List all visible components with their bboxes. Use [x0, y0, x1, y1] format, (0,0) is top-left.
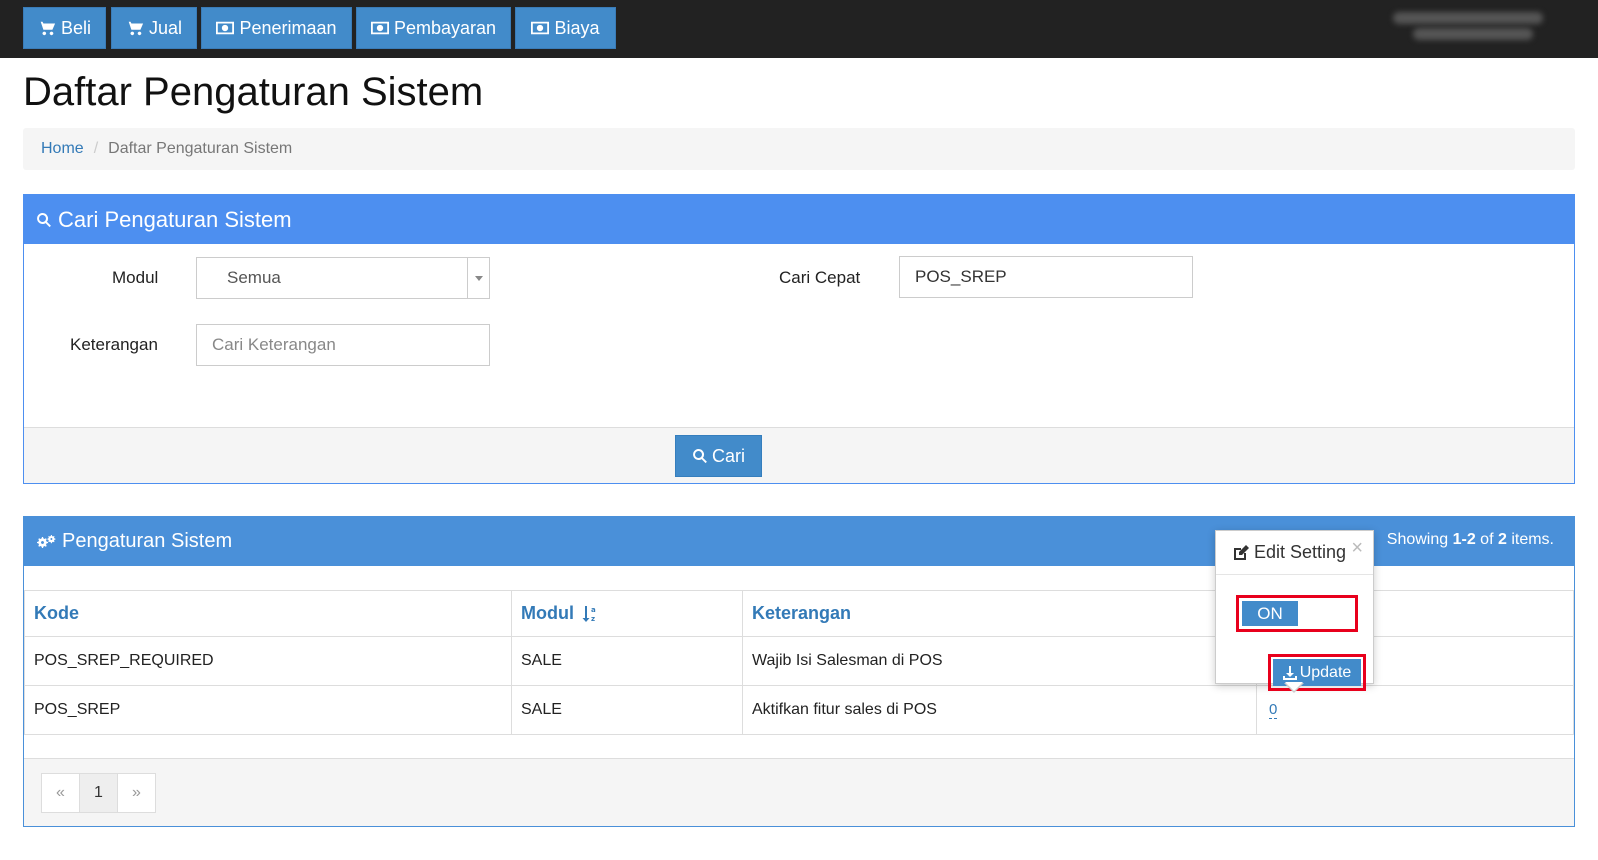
results-panel-title: Pengaturan Sistem: [62, 530, 233, 552]
column-modul[interactable]: Modul az: [511, 590, 743, 637]
column-modul-label: Modul: [521, 603, 574, 623]
top-navbar: Beli Jual Penerimaan Pembayaran Biaya: [0, 0, 1598, 58]
sort-ascending-icon: az: [582, 606, 596, 623]
cell-keterangan: Wajib Isi Salesman di POS: [742, 636, 1257, 686]
breadcrumb: Home / Daftar Pengaturan Sistem: [23, 128, 1575, 170]
cari-button[interactable]: Cari: [675, 435, 762, 477]
column-kode-label: Kode: [34, 603, 79, 623]
column-keterangan-label: Keterangan: [752, 603, 852, 623]
nav-biaya-label: Biaya: [554, 17, 600, 38]
close-icon[interactable]: ×: [1351, 537, 1363, 560]
breadcrumb-home-link[interactable]: Home: [41, 140, 84, 158]
cart-icon: [125, 21, 144, 36]
cell-nilai: 0: [1256, 685, 1574, 735]
pagination-next[interactable]: »: [117, 773, 156, 813]
svg-text:z: z: [591, 615, 595, 623]
search-panel-title: Cari Pengaturan Sistem: [58, 206, 292, 232]
summary-of: of: [1475, 531, 1498, 548]
money-icon: [370, 21, 389, 35]
popover-title: Edit Setting: [1254, 542, 1347, 562]
breadcrumb-current: Daftar Pengaturan Sistem: [108, 140, 293, 157]
pagination-prev[interactable]: «: [41, 773, 80, 813]
toggle-off-area[interactable]: [1298, 601, 1352, 626]
modul-label: Modul: [112, 268, 159, 287]
cell-modul: SALE: [511, 685, 743, 735]
gears-icon: [37, 534, 56, 548]
popover-arrow: [1284, 682, 1304, 693]
modul-select-value: Semua: [227, 268, 281, 287]
chevron-down-icon: [467, 258, 489, 298]
keterangan-label: Keterangan: [70, 335, 158, 354]
search-icon: [693, 449, 707, 464]
page-title: Daftar Pengaturan Sistem: [23, 70, 484, 114]
breadcrumb-separator: /: [93, 140, 99, 157]
keterangan-input[interactable]: [196, 324, 490, 366]
nav-biaya-button[interactable]: Biaya: [515, 7, 616, 49]
search-panel-header: Cari Pengaturan Sistem: [24, 195, 1574, 244]
summary-suffix: items.: [1506, 531, 1554, 548]
toggle-highlight: ON: [1236, 595, 1358, 632]
summary-range: 1-2: [1452, 531, 1476, 548]
search-panel: Cari Pengaturan Sistem Modul Semua Cari …: [23, 194, 1575, 484]
cart-icon: [37, 21, 56, 36]
update-button-label: Update: [1299, 663, 1352, 681]
money-icon: [216, 21, 235, 35]
cell-kode: POS_SREP_REQUIRED: [24, 636, 512, 686]
cari-cepat-input[interactable]: [899, 256, 1193, 298]
column-keterangan[interactable]: Keterangan: [742, 590, 1257, 637]
nav-pembayaran-label: Pembayaran: [393, 17, 497, 38]
cari-button-label: Cari: [711, 445, 745, 466]
money-icon: [531, 21, 550, 35]
edit-setting-popover: Edit Setting × ON Update: [1215, 530, 1374, 693]
nav-beli-label: Beli: [60, 17, 91, 38]
cell-keterangan: Aktifkan fitur sales di POS: [742, 685, 1257, 735]
svg-text:a: a: [591, 606, 596, 614]
column-kode[interactable]: Kode: [24, 590, 512, 637]
nav-jual-label: Jual: [148, 17, 183, 38]
table-footer: « 1 »: [24, 758, 1574, 826]
toggle-on-switch[interactable]: ON: [1242, 601, 1298, 626]
cari-cepat-label: Cari Cepat: [779, 268, 861, 287]
summary-total: 2: [1497, 531, 1507, 548]
nav-penerimaan-label: Penerimaan: [239, 17, 337, 38]
search-icon: [37, 212, 51, 227]
nav-pembayaran-button[interactable]: Pembayaran: [356, 7, 511, 49]
pagination: « 1 »: [41, 773, 156, 813]
summary-prefix: Showing: [1386, 531, 1453, 548]
pagination-page-1[interactable]: 1: [79, 773, 118, 813]
cell-kode: POS_SREP: [24, 685, 512, 735]
cell-modul: SALE: [511, 636, 743, 686]
modul-select[interactable]: Semua: [196, 257, 490, 299]
editable-value-link[interactable]: 0: [1269, 702, 1278, 719]
search-panel-footer: Cari: [24, 427, 1574, 483]
edit-icon: [1234, 544, 1249, 560]
download-icon: [1282, 665, 1297, 680]
nav-beli-button[interactable]: Beli: [23, 7, 106, 49]
popover-header: Edit Setting: [1216, 531, 1373, 575]
results-summary: Showing 1-2 of 2 items.: [1387, 531, 1554, 549]
table-row: POS_SREP SALE Aktifkan fitur sales di PO…: [24, 685, 1574, 735]
update-highlight: Update: [1268, 654, 1366, 691]
nav-jual-button[interactable]: Jual: [111, 7, 197, 49]
user-info-blurred[interactable]: [1393, 8, 1543, 50]
nav-penerimaan-button[interactable]: Penerimaan: [201, 7, 352, 49]
